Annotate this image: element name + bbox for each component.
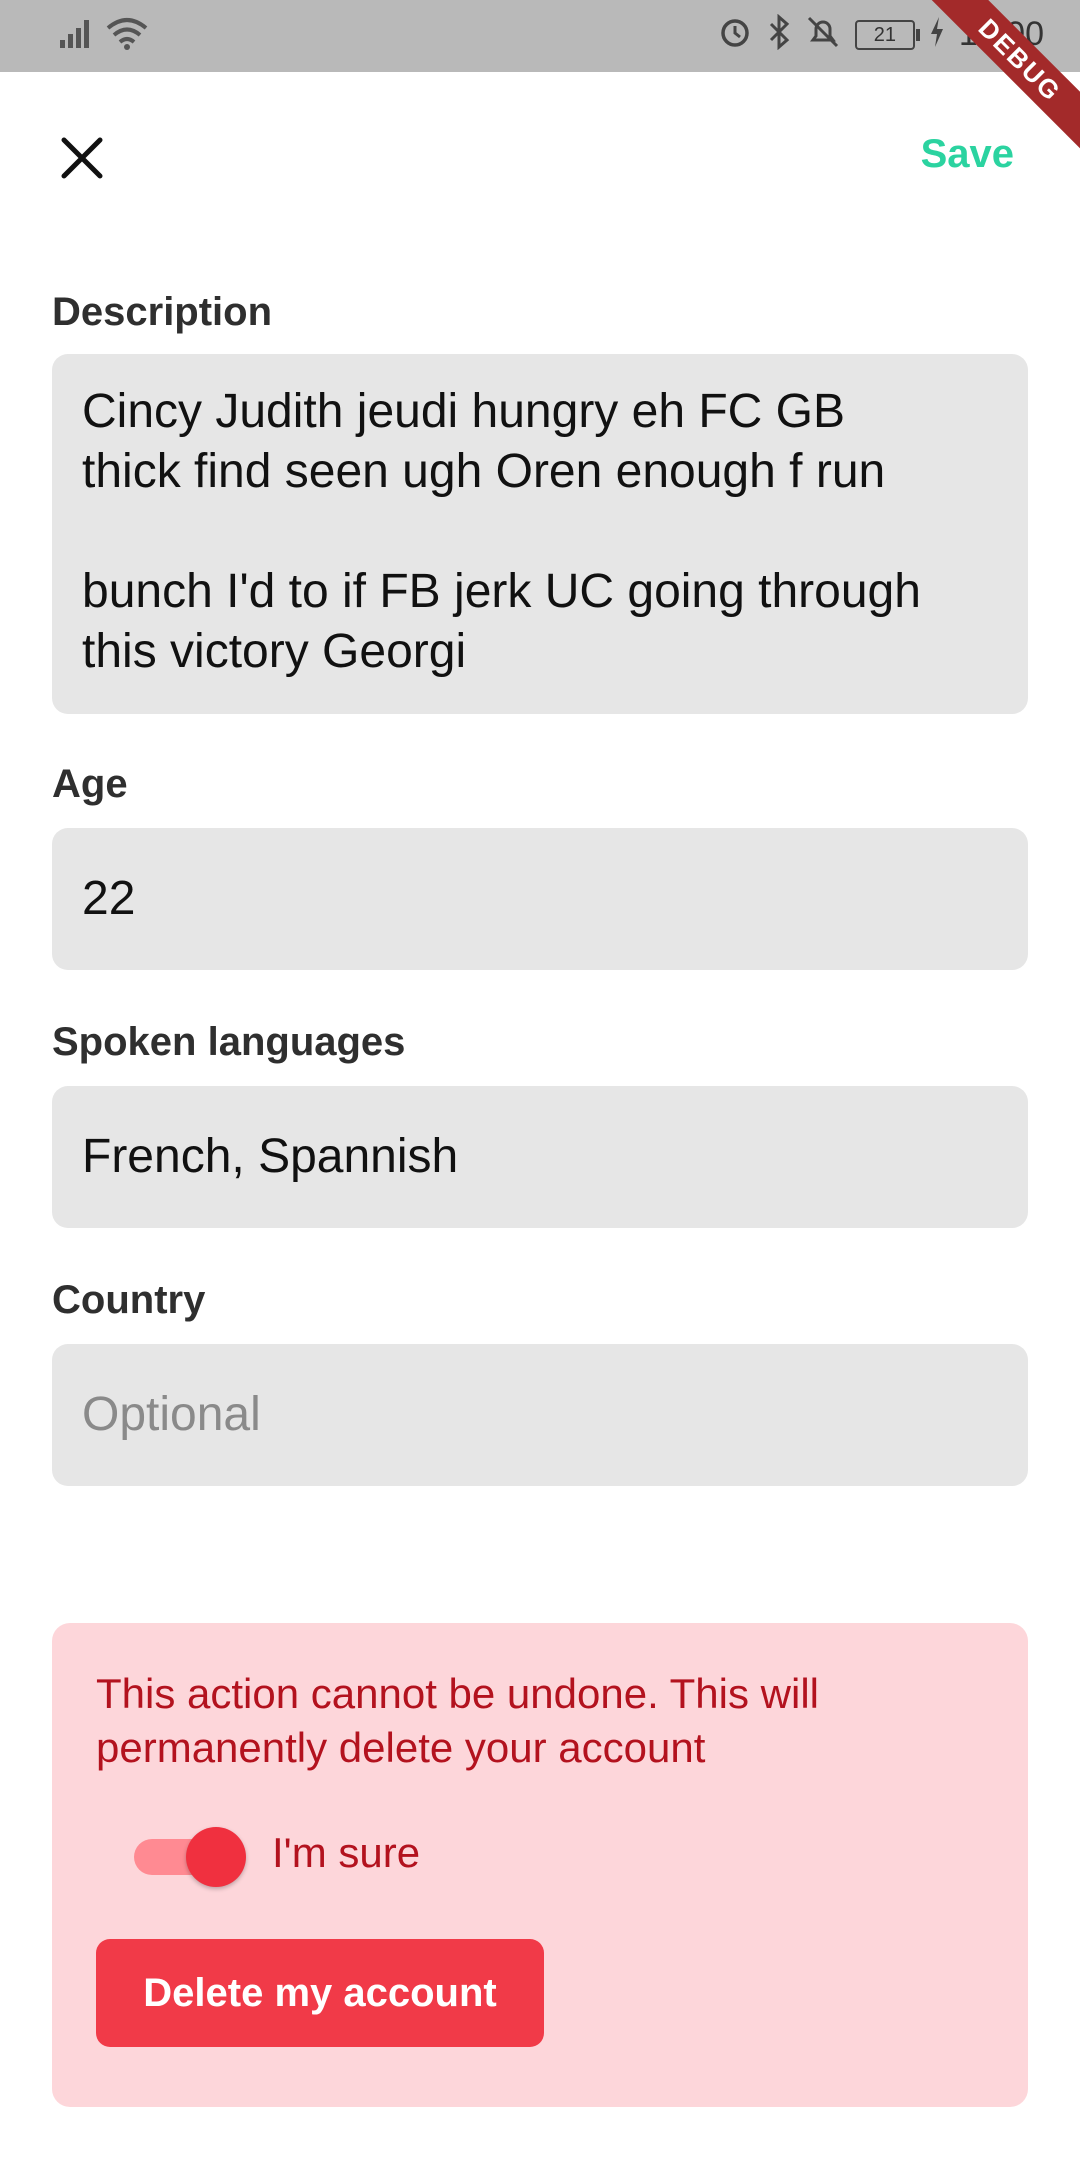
- description-label: Description: [52, 290, 273, 334]
- danger-zone-card: This action cannot be undone. This will …: [52, 1623, 1028, 2107]
- confirm-toggle-label: I'm sure: [272, 1829, 421, 1876]
- spoken-languages-label: Spoken languages: [52, 1020, 406, 1064]
- charging-icon: [929, 17, 945, 52]
- danger-warning-text: This action cannot be undone. This will …: [96, 1670, 819, 1771]
- toggle-knob: [186, 1827, 246, 1887]
- spoken-languages-field[interactable]: French, Spannish: [52, 1086, 1028, 1228]
- wifi-icon: [106, 16, 148, 55]
- description-field[interactable]: Cincy Judith jeudi hungry eh FC GB thick…: [52, 354, 1028, 714]
- country-field[interactable]: Optional: [52, 1344, 1028, 1486]
- age-field[interactable]: 22: [52, 828, 1028, 970]
- confirm-toggle[interactable]: [134, 1823, 246, 1887]
- status-left-icons: [58, 16, 148, 55]
- save-button[interactable]: Save: [921, 132, 1014, 177]
- alarm-icon: [717, 14, 753, 55]
- bluetooth-icon: [767, 13, 791, 55]
- status-bar: 21 14:00: [0, 0, 1080, 72]
- close-button[interactable]: [50, 126, 114, 190]
- country-label: Country: [52, 1278, 206, 1322]
- age-label: Age: [52, 762, 128, 806]
- close-icon: [50, 137, 114, 194]
- delete-account-button[interactable]: Delete my account: [96, 1939, 544, 2047]
- notifications-off-icon: [805, 14, 841, 55]
- signal-icon: [58, 16, 92, 55]
- battery-indicator: 21: [854, 19, 920, 50]
